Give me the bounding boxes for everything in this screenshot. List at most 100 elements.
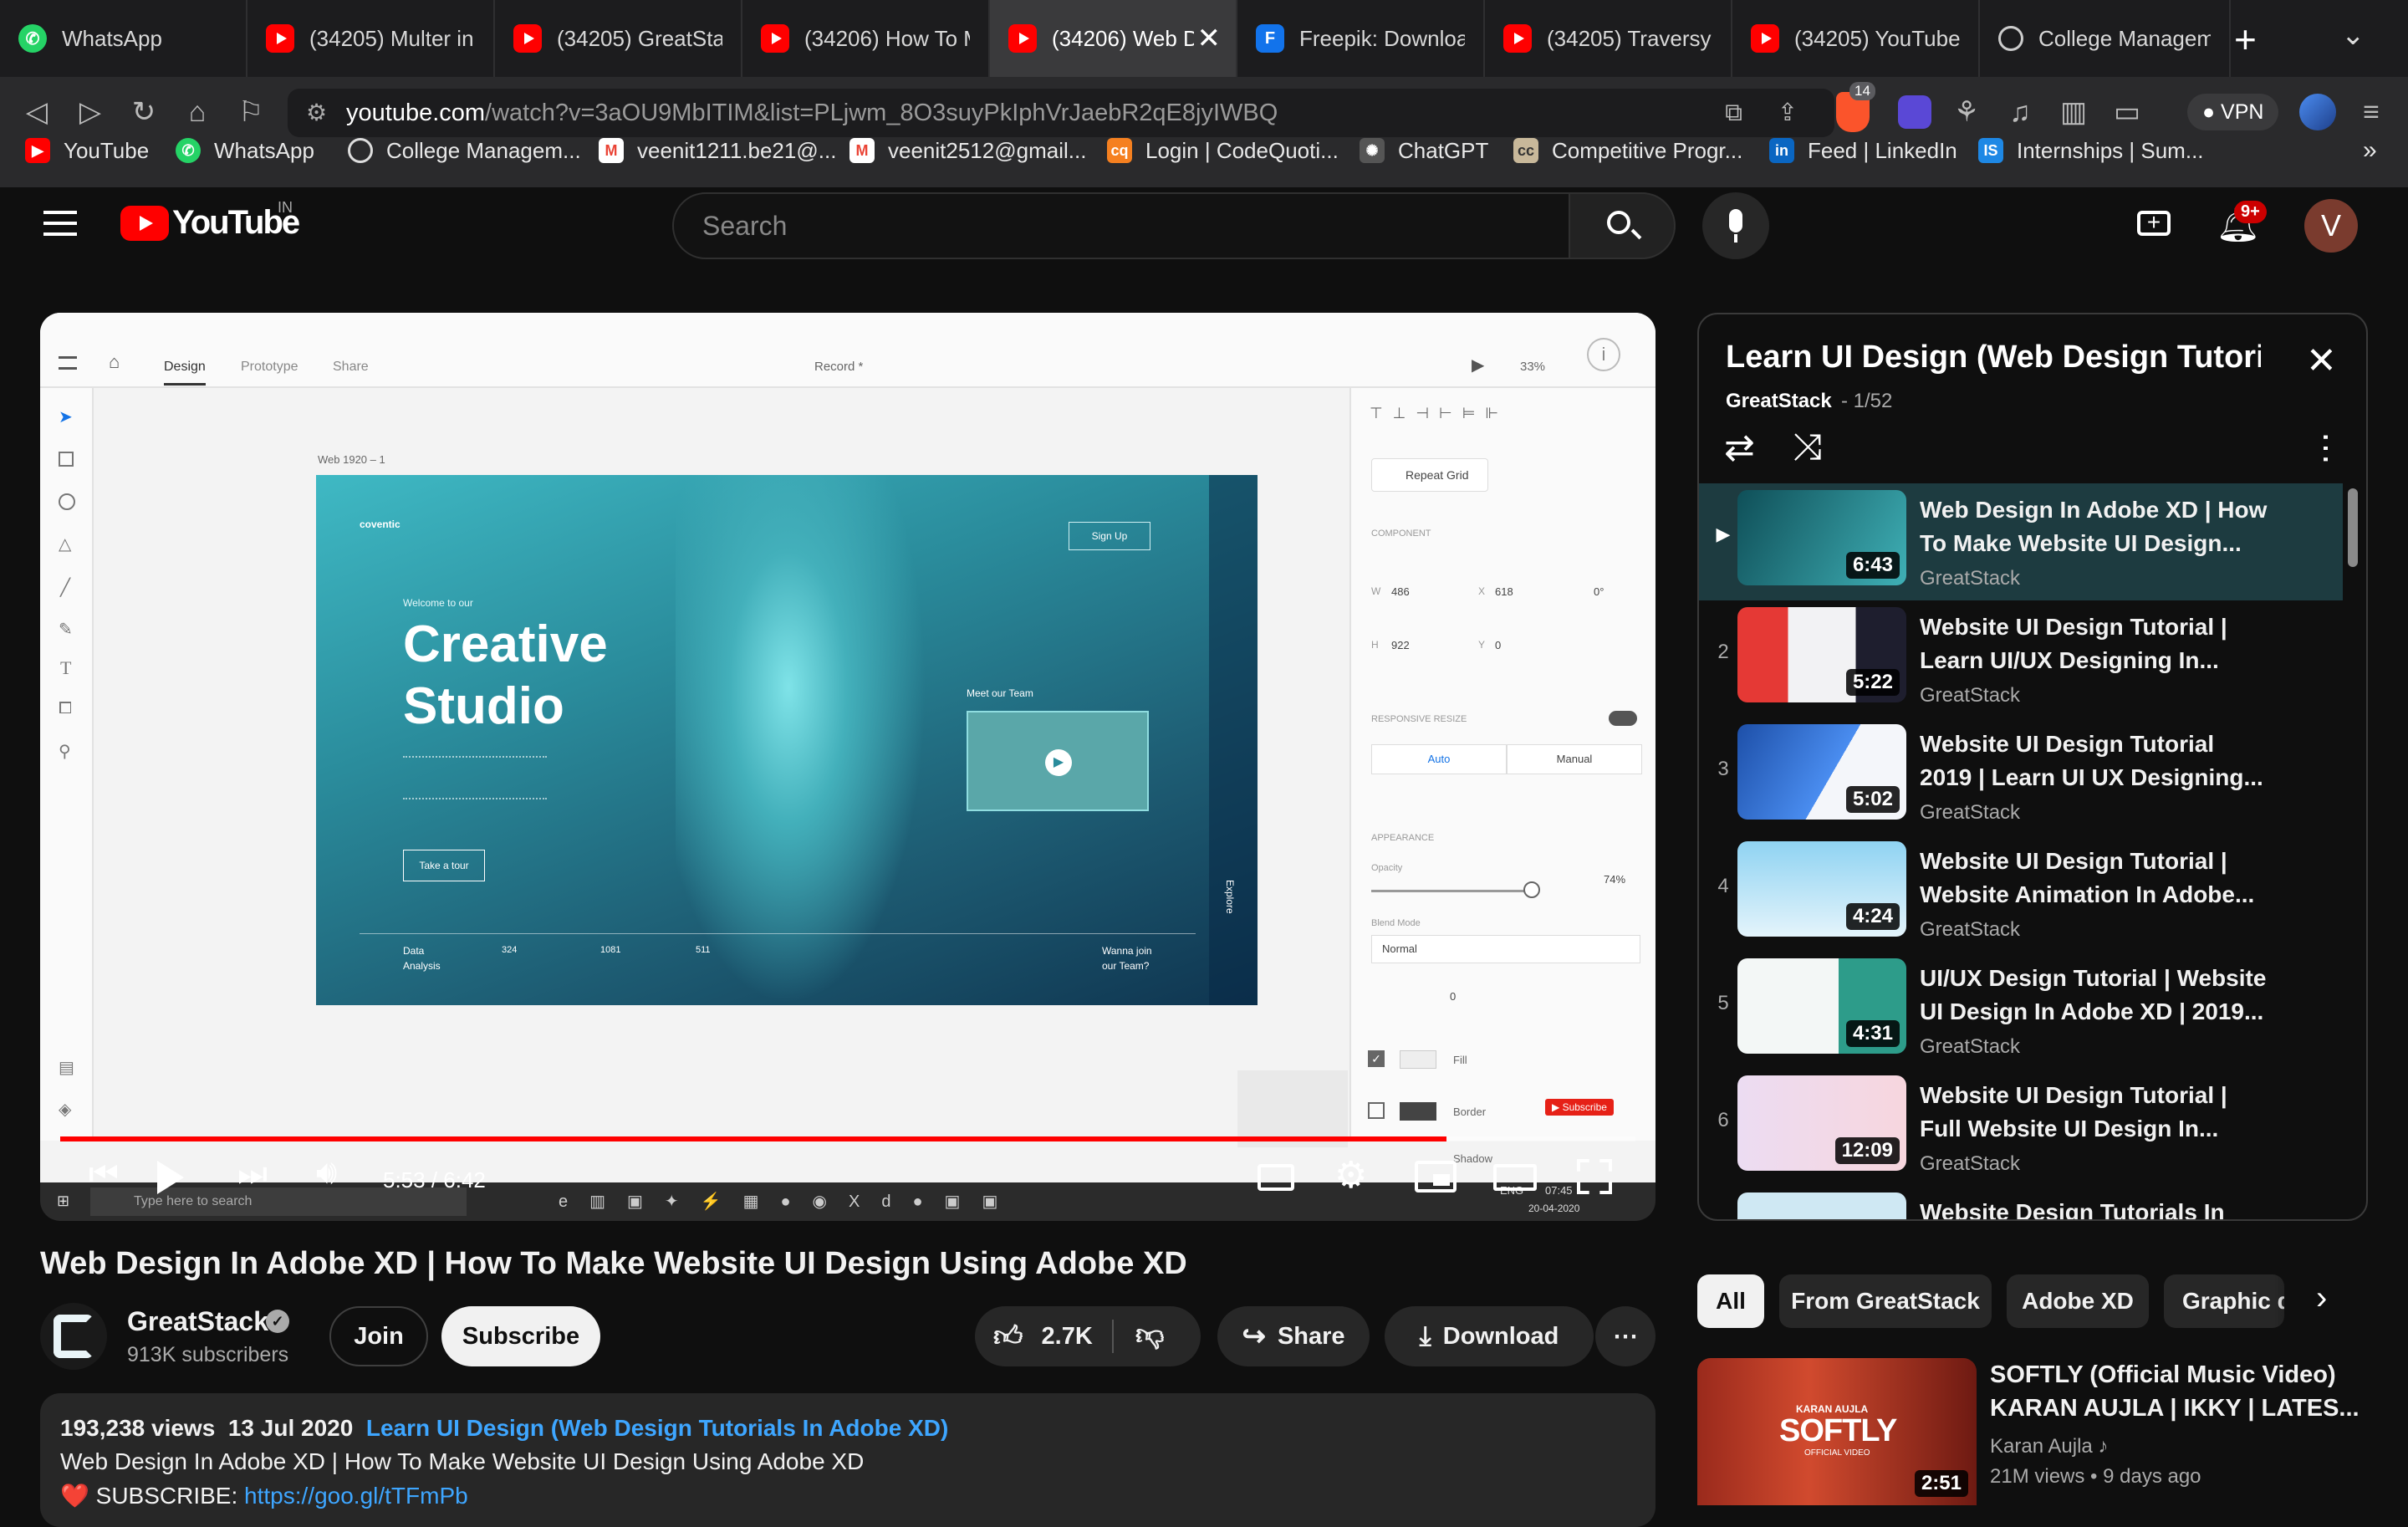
subtitles-icon[interactable] bbox=[1258, 1164, 1294, 1191]
video-player[interactable]: ⌂ Design Prototype Share Record * 33% ▶ … bbox=[40, 313, 1656, 1221]
youtube-icon bbox=[761, 24, 789, 53]
volume-icon[interactable]: 🔊︎ bbox=[316, 1154, 337, 1192]
playlist-link[interactable]: Learn UI Design (Web Design Tutorials In… bbox=[366, 1415, 948, 1441]
bookmark-linkedin[interactable]: in Feed | LinkedIn bbox=[1769, 125, 1957, 176]
settings-gear-icon[interactable]: ⚙ bbox=[1334, 1154, 1367, 1197]
more-actions-icon[interactable]: ⋯ bbox=[1595, 1306, 1656, 1366]
playlist-index: 6 bbox=[1717, 1109, 1729, 1131]
playlist-item[interactable]: 5 4:31 UI/UX Design Tutorial | Website U… bbox=[1699, 952, 2343, 1069]
playlist-item[interactable]: 4 4:24 Website UI Design Tutorial | Webs… bbox=[1699, 835, 2343, 952]
bookmark-chatgpt[interactable]: ✺ ChatGPT bbox=[1360, 125, 1488, 176]
search-input[interactable]: Search bbox=[672, 192, 1570, 259]
subscribe-button[interactable]: Subscribe bbox=[441, 1306, 600, 1366]
subscribe-watermark-label: Subscribe bbox=[1562, 1101, 1607, 1113]
site-welcome-text: Welcome to our bbox=[403, 597, 473, 609]
tab-youtube-traversy[interactable]: (34205) Traversy M bbox=[1485, 0, 1732, 77]
tab-youtube-home[interactable]: (34205) YouTube bbox=[1732, 0, 1980, 77]
chip-from-greatstack[interactable]: From GreatStack bbox=[1779, 1274, 1992, 1328]
recommended-thumbnail[interactable]: KARAN AUJLA SOFTLY OFFICIAL VIDEO 2:51 bbox=[1697, 1358, 1977, 1505]
search-button[interactable] bbox=[1569, 192, 1676, 259]
dislike-thumb-icon[interactable]: 👎︎ bbox=[1135, 1318, 1165, 1352]
tab-freepik[interactable]: F Freepik: Download bbox=[1237, 0, 1485, 77]
tab-list-chevron-icon[interactable]: ⌄ bbox=[2341, 18, 2365, 52]
tab-youtube-active[interactable]: (34206) Web D ✕ bbox=[990, 0, 1237, 77]
download-button[interactable]: ⤓ Download bbox=[1385, 1306, 1594, 1366]
site-stat-2: 1081 bbox=[600, 945, 621, 955]
new-tab-button[interactable]: + bbox=[2234, 17, 2257, 62]
duration-badge: 4:31 bbox=[1845, 1020, 1900, 1047]
bookmark-competitive[interactable]: cc Competitive Progr... bbox=[1513, 125, 1742, 176]
play-icon[interactable] bbox=[157, 1161, 184, 1194]
brave-rewards-icon[interactable] bbox=[1898, 95, 1931, 129]
playlist-index: 5 bbox=[1717, 992, 1729, 1014]
playlist-thumbnail: 5:02 bbox=[1737, 724, 1906, 820]
tab-youtube-howto[interactable]: (34206) How To Ma bbox=[742, 0, 990, 77]
bookmark-gmail-1[interactable]: Mveenit1211.be21@... bbox=[599, 125, 836, 176]
account-avatar[interactable]: V bbox=[2304, 199, 2358, 253]
xd-opacity-slider bbox=[1371, 890, 1530, 892]
chip-all[interactable]: All bbox=[1697, 1274, 1764, 1328]
youtube-logo-icon[interactable] bbox=[120, 206, 169, 241]
share-button[interactable]: ↪ Share bbox=[1217, 1306, 1370, 1366]
channel-avatar[interactable] bbox=[40, 1303, 107, 1370]
xd-artboard-canvas: coventic Sign Up Explore Welcome to our … bbox=[316, 475, 1258, 1005]
xd-menu-icon bbox=[59, 356, 77, 370]
loop-icon[interactable]: ⇄ bbox=[1724, 426, 1755, 469]
site-video-play-icon: ▶ bbox=[1045, 749, 1072, 776]
playlist-scrollbar[interactable] bbox=[2348, 488, 2358, 567]
region-code: IN bbox=[278, 199, 293, 216]
playlist-item-current[interactable]: ▶ 6:43 Web Design In Adobe XD | How To M… bbox=[1699, 483, 2343, 600]
info-icon[interactable]: i bbox=[1587, 338, 1620, 371]
previous-icon[interactable]: ⏮ bbox=[89, 1156, 119, 1193]
miniplayer-icon[interactable] bbox=[1415, 1161, 1457, 1192]
xd-select-tool-icon: ➤ bbox=[59, 408, 73, 426]
playlist-item-title: Website UI Design Tutorial | Learn UI/UX… bbox=[1920, 614, 2227, 673]
playlist-item[interactable]: 6 12:09 Website UI Design Tutorial | Ful… bbox=[1699, 1069, 2343, 1186]
like-thumb-icon[interactable]: 👍︎ bbox=[993, 1320, 1023, 1354]
recommended-channel[interactable]: Karan Aujla bbox=[1990, 1435, 2093, 1458]
youtube-icon bbox=[513, 24, 542, 53]
theater-mode-icon[interactable] bbox=[1493, 1164, 1537, 1191]
chip-graphic-design[interactable]: Graphic d bbox=[2164, 1274, 2284, 1328]
browser-tab-bar: ✆ WhatsApp (34205) Multer in N (34205) G… bbox=[0, 0, 2408, 77]
tab-youtube-greatstack[interactable]: (34205) GreatStack bbox=[495, 0, 742, 77]
site-meet-team-label: Meet our Team bbox=[967, 687, 1033, 699]
download-icon: ⤓ bbox=[1419, 1320, 1431, 1351]
recommended-title[interactable]: SOFTLY (Official Music Video) KARAN AUJL… bbox=[1990, 1358, 2375, 1425]
playlist-channel[interactable]: GreatStack bbox=[1726, 390, 1832, 413]
join-button[interactable]: Join bbox=[329, 1306, 428, 1366]
subscribe-url-link[interactable]: https://goo.gl/tTFmPb bbox=[244, 1483, 468, 1509]
playlist-item[interactable]: 3 5:02 Website UI Design Tutorial 2019 |… bbox=[1699, 718, 2343, 835]
chip-next-chevron-icon[interactable]: › bbox=[2316, 1279, 2327, 1317]
bookmark-college[interactable]: College Managem... bbox=[348, 125, 581, 176]
create-video-icon[interactable]: + bbox=[2137, 211, 2171, 236]
tab-whatsapp[interactable]: ✆ WhatsApp bbox=[0, 0, 247, 77]
chip-adobe-xd[interactable]: Adobe XD bbox=[2007, 1274, 2149, 1328]
playlist-title[interactable]: Learn UI Design (Web Design Tutori... bbox=[1726, 340, 2261, 375]
channel-name[interactable]: GreatStack bbox=[127, 1306, 268, 1337]
close-tab-icon[interactable]: ✕ bbox=[1197, 22, 1222, 55]
gmail-icon: M bbox=[849, 138, 875, 163]
tab-college[interactable]: College Manageme bbox=[1980, 0, 2231, 77]
playlist-item[interactable]: Website Design Tutorials In bbox=[1699, 1186, 2343, 1219]
close-playlist-icon[interactable]: ✕ bbox=[2306, 340, 2337, 382]
playlist-item[interactable]: 2 5:22 Website UI Design Tutorial | Lear… bbox=[1699, 600, 2343, 718]
profile-icon[interactable] bbox=[2299, 94, 2336, 130]
more-bookmarks-icon[interactable]: » bbox=[2363, 125, 2377, 176]
bookmark-gmail-2[interactable]: Mveenit2512@gmail... bbox=[849, 125, 1086, 176]
playlist-item-channel: GreatStack bbox=[1920, 684, 2021, 707]
like-count[interactable]: 2.7K bbox=[1042, 1323, 1093, 1351]
playlist-index: 3 bbox=[1717, 758, 1729, 780]
guide-menu-icon[interactable] bbox=[43, 211, 77, 236]
bookmark-whatsapp[interactable]: ✆ WhatsApp bbox=[176, 125, 314, 176]
bookmark-youtube[interactable]: ▶ YouTube bbox=[25, 125, 149, 176]
shuffle-icon[interactable]: ⤨ bbox=[1793, 426, 1822, 468]
bookmark-internships[interactable]: IS Internships | Sum... bbox=[1978, 125, 2204, 176]
voice-search-button[interactable] bbox=[1702, 192, 1769, 259]
tab-youtube-multer[interactable]: (34205) Multer in N bbox=[247, 0, 495, 77]
gmail-icon: M bbox=[599, 138, 624, 163]
next-icon[interactable]: ⏭ bbox=[237, 1156, 268, 1193]
playlist-more-icon[interactable]: ⋯ bbox=[2308, 432, 2344, 465]
playlist-item-channel: GreatStack bbox=[1920, 918, 2021, 941]
bookmark-codequotient[interactable]: cq Login | CodeQuoti... bbox=[1107, 125, 1339, 176]
